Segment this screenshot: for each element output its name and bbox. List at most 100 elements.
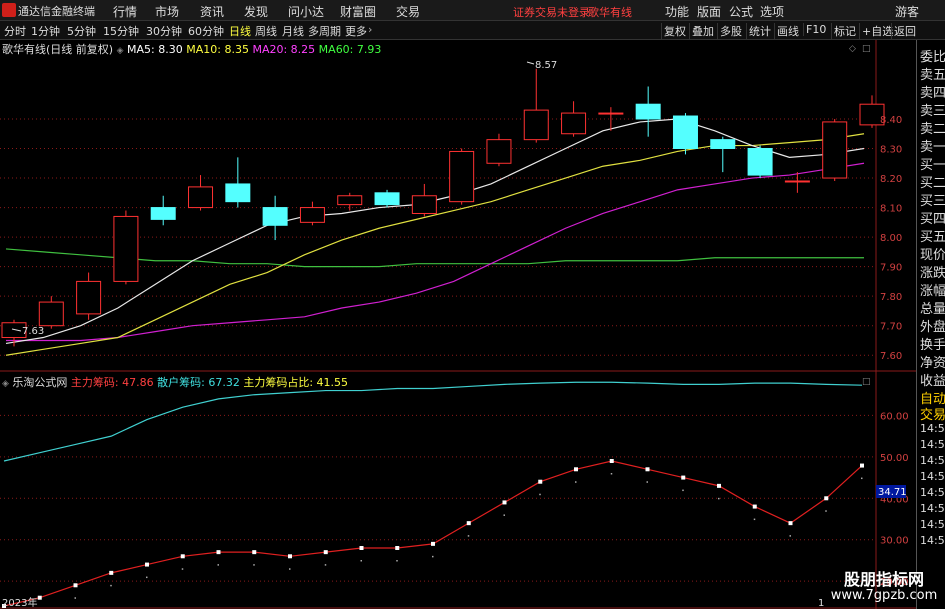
ratio-dot: [396, 560, 398, 562]
period-daily[interactable]: 日线: [229, 23, 251, 39]
price-tick-label: 8.20: [880, 174, 902, 185]
window-icon[interactable]: □: [862, 44, 871, 54]
candle-up: [449, 148, 475, 205]
app-logo-icon: [2, 3, 16, 17]
ratio-dot: [753, 518, 756, 521]
cursor-value: 34.71: [878, 487, 907, 498]
adjust-button[interactable]: 复权: [661, 23, 688, 39]
rp-buy4: 买四: [920, 212, 945, 227]
f10-button[interactable]: F10: [803, 23, 828, 36]
candle-body: [523, 109, 549, 141]
month-marker: 1: [818, 598, 824, 609]
settings-dot-icon[interactable]: ◈: [117, 46, 124, 56]
main-chip-point: [180, 554, 185, 559]
login-notice[interactable]: 证券交易未登录: [513, 4, 590, 20]
ma20-label: MA20: 8.25: [252, 43, 316, 56]
ratio-dot: [360, 560, 362, 562]
menu-layout[interactable]: 版面: [697, 3, 721, 20]
diamond-icon[interactable]: ◇: [849, 44, 856, 54]
candle-body: [672, 115, 698, 150]
ratio-dot: [503, 514, 505, 516]
price-tick-label: 7.80: [880, 292, 902, 303]
menu-market[interactable]: 市场: [155, 3, 179, 20]
rp-sell4: 卖四: [920, 86, 945, 101]
price-axis-labels: 8.40 8.30 8.20 8.10 8.00 7.90 7.80 7.70 7.60: [880, 115, 902, 362]
period-1min[interactable]: 1分钟: [31, 23, 60, 39]
ratio-dot: [74, 597, 76, 599]
ratio-dot: [432, 555, 434, 558]
rp-trade[interactable]: 交易: [920, 404, 945, 423]
menu-discover[interactable]: 发现: [244, 3, 268, 20]
main-chip-ratio-label: 主力筹码占比: 41.55: [243, 376, 349, 389]
candle-body: [784, 180, 810, 183]
main-chip-point: [502, 500, 507, 505]
guest-label[interactable]: 游客: [895, 3, 919, 20]
back-button[interactable]: 返回: [891, 23, 918, 39]
menu-formula[interactable]: 公式: [729, 3, 753, 20]
rp-buy3: 买三: [920, 194, 945, 209]
ratio-dot: [467, 535, 470, 537]
main-chip-point: [216, 550, 221, 555]
sub-chart-legend: ◈ 乐淘公式网 主力筹码: 47.86 散户筹码: 67.32 主力筹码占比: …: [2, 374, 348, 390]
watermark: 股朋指标网 www.7gpzb.com: [826, 566, 942, 609]
period-60min[interactable]: 60分钟: [188, 23, 224, 39]
period-multi[interactable]: 多周期: [308, 23, 341, 39]
candle-body: [374, 192, 400, 206]
rp-buy2: 买二: [920, 176, 945, 191]
ma10-label: MA10: 8.35: [186, 43, 249, 56]
candle-body: [262, 207, 288, 226]
main-chip-point: [252, 550, 257, 555]
high-price-label: 8.57: [535, 60, 557, 71]
statistics-button[interactable]: 统计: [746, 23, 773, 39]
period-monthly[interactable]: 月线: [282, 23, 304, 39]
more-chevron-icon[interactable]: ›: [368, 23, 372, 36]
add-watchlist-button[interactable]: +自选: [859, 23, 895, 39]
main-chip-point: [288, 554, 292, 559]
price-tick-label: 8.30: [880, 145, 902, 156]
menu-wealth[interactable]: 财富圈: [340, 3, 376, 20]
period-more[interactable]: 更多: [345, 23, 367, 39]
draw-line-button[interactable]: 画线: [774, 23, 801, 39]
rp-time-7: 14:56: [920, 534, 945, 547]
main-chip-point: [466, 521, 471, 526]
rp-time-4: 14:56: [920, 486, 945, 499]
ratio-dot: [539, 493, 541, 496]
period-5min[interactable]: 5分钟: [67, 23, 96, 39]
ratio-dot: [217, 564, 219, 566]
rp-price: 现价: [920, 248, 945, 263]
rp-volume: 总量: [920, 302, 945, 317]
period-15min[interactable]: 15分钟: [103, 23, 139, 39]
period-30min[interactable]: 30分钟: [146, 23, 182, 39]
period-weekly[interactable]: 周线: [255, 23, 277, 39]
candle-body: [747, 148, 773, 176]
rp-sell3: 卖三: [920, 104, 945, 119]
price-tick-label: 7.90: [880, 263, 902, 274]
ma5-label: MA5: 8.30: [127, 43, 183, 56]
menu-quotes[interactable]: 行情: [113, 3, 137, 20]
main-chip-point: [788, 521, 793, 526]
quote-panel: 委比 卖五 卖四 卖三 卖二 卖一 买一 买二 买三 买四 买五 现价 涨跌 涨…: [916, 40, 945, 609]
menu-trade[interactable]: 交易: [396, 3, 420, 20]
menu-news[interactable]: 资讯: [200, 3, 224, 20]
overlay-button[interactable]: 叠加: [689, 23, 716, 39]
mark-button[interactable]: 标记: [831, 23, 858, 39]
ratio-dot: [110, 584, 112, 587]
sub-window-icon[interactable]: □: [862, 377, 871, 387]
period-timeshare[interactable]: 分时: [4, 23, 26, 39]
main-chip-point: [681, 475, 686, 480]
price-tick-label: 8.40: [880, 115, 902, 126]
menu-ask[interactable]: 问小达: [288, 3, 324, 20]
period-toolbar: 分时 1分钟 5分钟 15分钟 30分钟 60分钟 日线 周线 月线 多周期 更…: [0, 21, 945, 40]
ratio-dot: [289, 568, 291, 570]
menu-options[interactable]: 选项: [760, 3, 784, 20]
main-chip-point: [752, 504, 757, 509]
main-chip-point: [609, 459, 614, 463]
chart-title: 歌华有线(日线 前复权): [2, 43, 114, 56]
kline-chart[interactable]: 8.40 8.30 8.20 8.10 8.00 7.90 7.80 7.70 7.60 60.…: [0, 40, 916, 609]
sub-settings-icon[interactable]: ◈: [2, 379, 9, 389]
candle-body: [449, 150, 475, 203]
ratio-dot: [575, 481, 577, 483]
candle-body: [710, 139, 736, 150]
multi-stock-button[interactable]: 多股: [717, 23, 744, 39]
menu-function[interactable]: 功能: [665, 3, 689, 20]
